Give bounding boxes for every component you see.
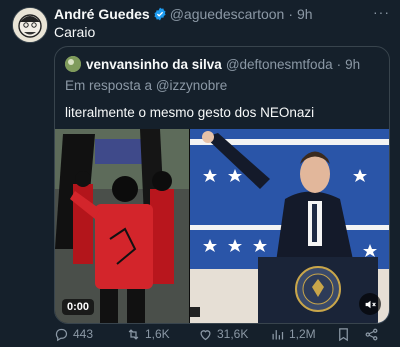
quote-separator: · <box>336 56 342 72</box>
author-avatar[interactable] <box>12 7 48 43</box>
views-button[interactable]: 1,2M <box>270 327 336 342</box>
bookmark-icon <box>339 327 348 341</box>
author-handle[interactable]: @aguedescartoon <box>170 6 285 22</box>
mute-toggle-icon[interactable] <box>359 293 381 315</box>
retweet-icon <box>128 328 139 340</box>
video-right-frame <box>190 129 389 323</box>
share-button[interactable] <box>364 327 384 342</box>
views-chart-icon <box>272 329 284 339</box>
tweet-text: Caraio <box>54 24 96 40</box>
action-bar: 443 1,6K 31,6K 1,2M <box>54 326 390 342</box>
quote-author-avatar <box>65 56 81 72</box>
reply-context: Em resposta a @izzynobre <box>65 78 227 93</box>
more-options-icon[interactable]: ··· <box>373 4 390 20</box>
retweet-button[interactable]: 1,6K <box>126 327 198 342</box>
quote-time: 9h <box>345 56 361 72</box>
share-icon <box>365 328 378 340</box>
reply-count: 443 <box>73 327 94 341</box>
like-count: 31,6K <box>217 327 249 341</box>
header-separator: · <box>288 6 293 22</box>
quoted-tweet[interactable]: venvansinho da silva @deftonesmtfoda · 9… <box>54 46 390 324</box>
reply-icon <box>55 328 68 341</box>
video-player[interactable]: 0:00 <box>55 129 389 323</box>
author-name[interactable]: André Guedes <box>54 6 150 22</box>
video-left-frame: 0:00 <box>55 129 189 323</box>
reply-prefix: Em resposta a <box>65 78 153 93</box>
quote-header: venvansinho da silva @deftonesmtfoda · 9… <box>65 55 379 73</box>
heart-icon <box>200 329 211 340</box>
tweet-header: André Guedes @aguedescartoon · 9h <box>54 5 390 23</box>
reply-mention[interactable]: @izzynobre <box>156 78 227 93</box>
retweet-count: 1,6K <box>145 327 170 341</box>
bookmark-button[interactable] <box>336 327 364 342</box>
quote-author-name: venvansinho da silva <box>86 56 222 72</box>
quote-text: literalmente o mesmo gesto dos NEOnazi <box>65 105 315 120</box>
like-button[interactable]: 31,6K <box>198 327 270 342</box>
video-timestamp: 0:00 <box>62 299 95 315</box>
quote-author-handle: @deftonesmtfoda <box>225 56 333 72</box>
view-count: 1,2M <box>289 327 316 341</box>
tweet-time[interactable]: 9h <box>297 6 313 22</box>
reply-button[interactable]: 443 <box>54 327 126 342</box>
verified-badge-icon <box>153 7 167 21</box>
